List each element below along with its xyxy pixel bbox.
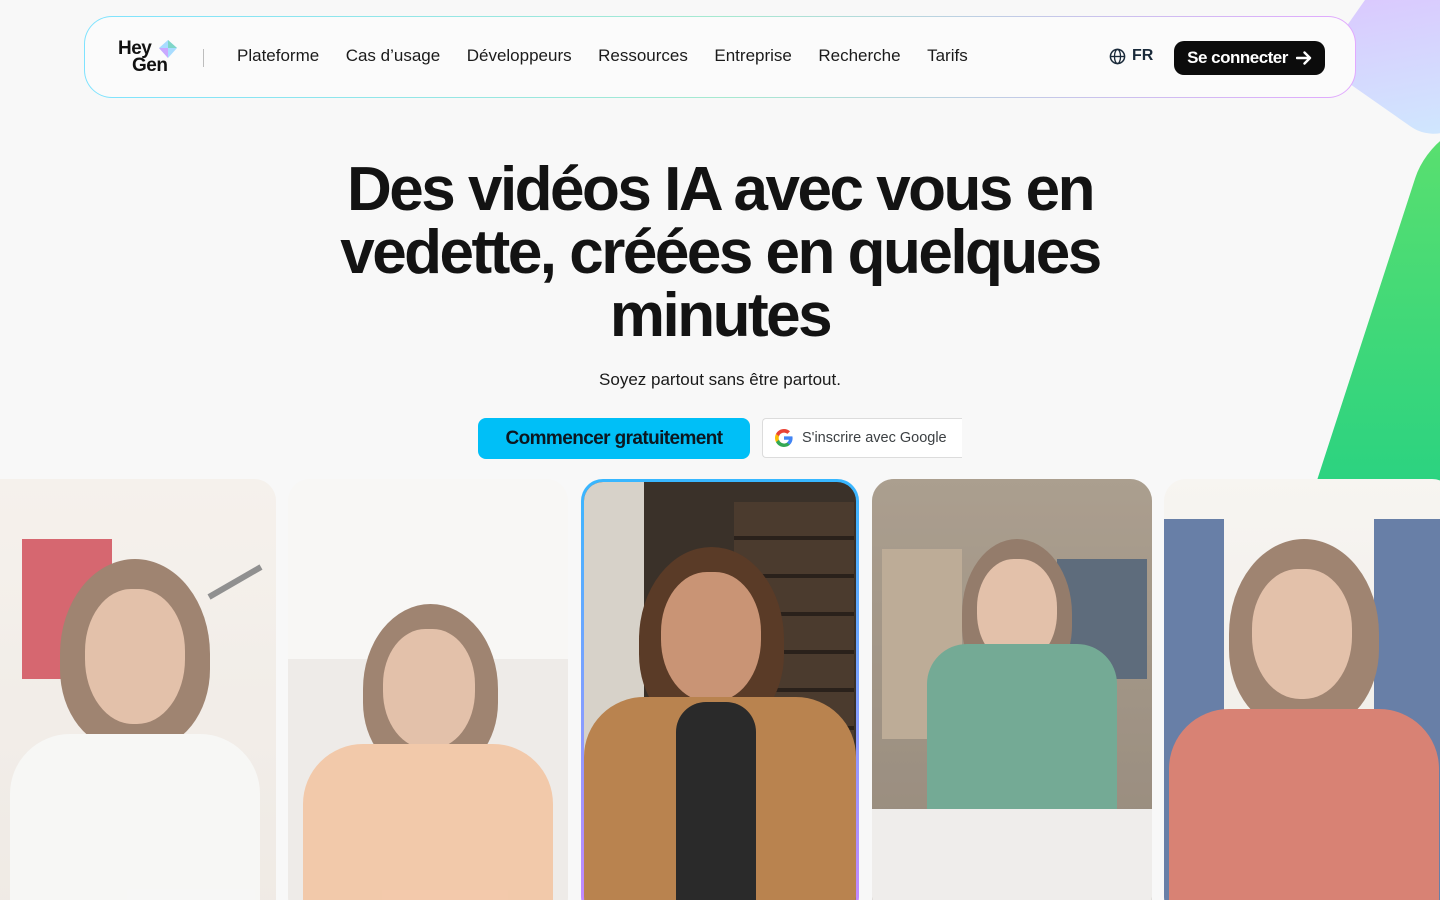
main-menu: Plateforme Cas d’usage Développeurs Ress… xyxy=(237,46,994,66)
avatar-video-card-4[interactable] xyxy=(872,479,1152,900)
avatar-video-card-active[interactable] xyxy=(581,479,859,900)
nav-item-ressources[interactable]: Ressources xyxy=(598,46,688,66)
avatar-video-card-1[interactable] xyxy=(0,479,276,900)
nav-item-cas-usage[interactable]: Cas d’usage xyxy=(346,46,441,66)
nav-divider xyxy=(203,49,204,67)
google-signup-label: S'inscrire avec Google xyxy=(802,430,947,446)
logo-gem-icon xyxy=(159,40,177,58)
google-signup-button[interactable]: S'inscrire avec Google xyxy=(762,418,962,458)
login-button[interactable]: Se connecter xyxy=(1174,41,1325,75)
language-label: FR xyxy=(1132,47,1154,64)
nav-item-plateforme[interactable]: Plateforme xyxy=(237,46,319,66)
nav-item-tarifs[interactable]: Tarifs xyxy=(927,46,968,66)
person-face xyxy=(661,572,761,702)
card-veil xyxy=(288,479,568,900)
avatar-video-card-2[interactable] xyxy=(288,479,568,900)
google-g-icon xyxy=(775,429,793,447)
card-veil xyxy=(872,479,1152,900)
black-turtleneck xyxy=(676,702,756,900)
card-veil xyxy=(1164,479,1440,900)
top-navigation: Hey Gen Plateforme Cas d’usage Développe… xyxy=(84,16,1356,98)
nav-item-entreprise[interactable]: Entreprise xyxy=(714,46,791,66)
avatar-video-card-5[interactable] xyxy=(1164,479,1440,900)
globe-icon xyxy=(1109,48,1126,64)
hero-title: Des vidéos IA avec vous en vedette, créé… xyxy=(340,155,1102,350)
start-free-button[interactable]: Commencer gratuitement xyxy=(478,418,750,459)
nav-item-developpeurs[interactable]: Développeurs xyxy=(467,46,572,66)
heygen-logo[interactable]: Hey Gen xyxy=(118,39,180,77)
language-selector[interactable]: FR xyxy=(1109,47,1153,65)
hero-subtitle: Soyez partout sans être partout. xyxy=(599,370,841,389)
card-veil xyxy=(0,479,276,900)
login-label: Se connecter xyxy=(1187,48,1288,67)
nav-item-recherche[interactable]: Recherche xyxy=(818,46,900,66)
arrow-right-icon xyxy=(1295,51,1312,65)
